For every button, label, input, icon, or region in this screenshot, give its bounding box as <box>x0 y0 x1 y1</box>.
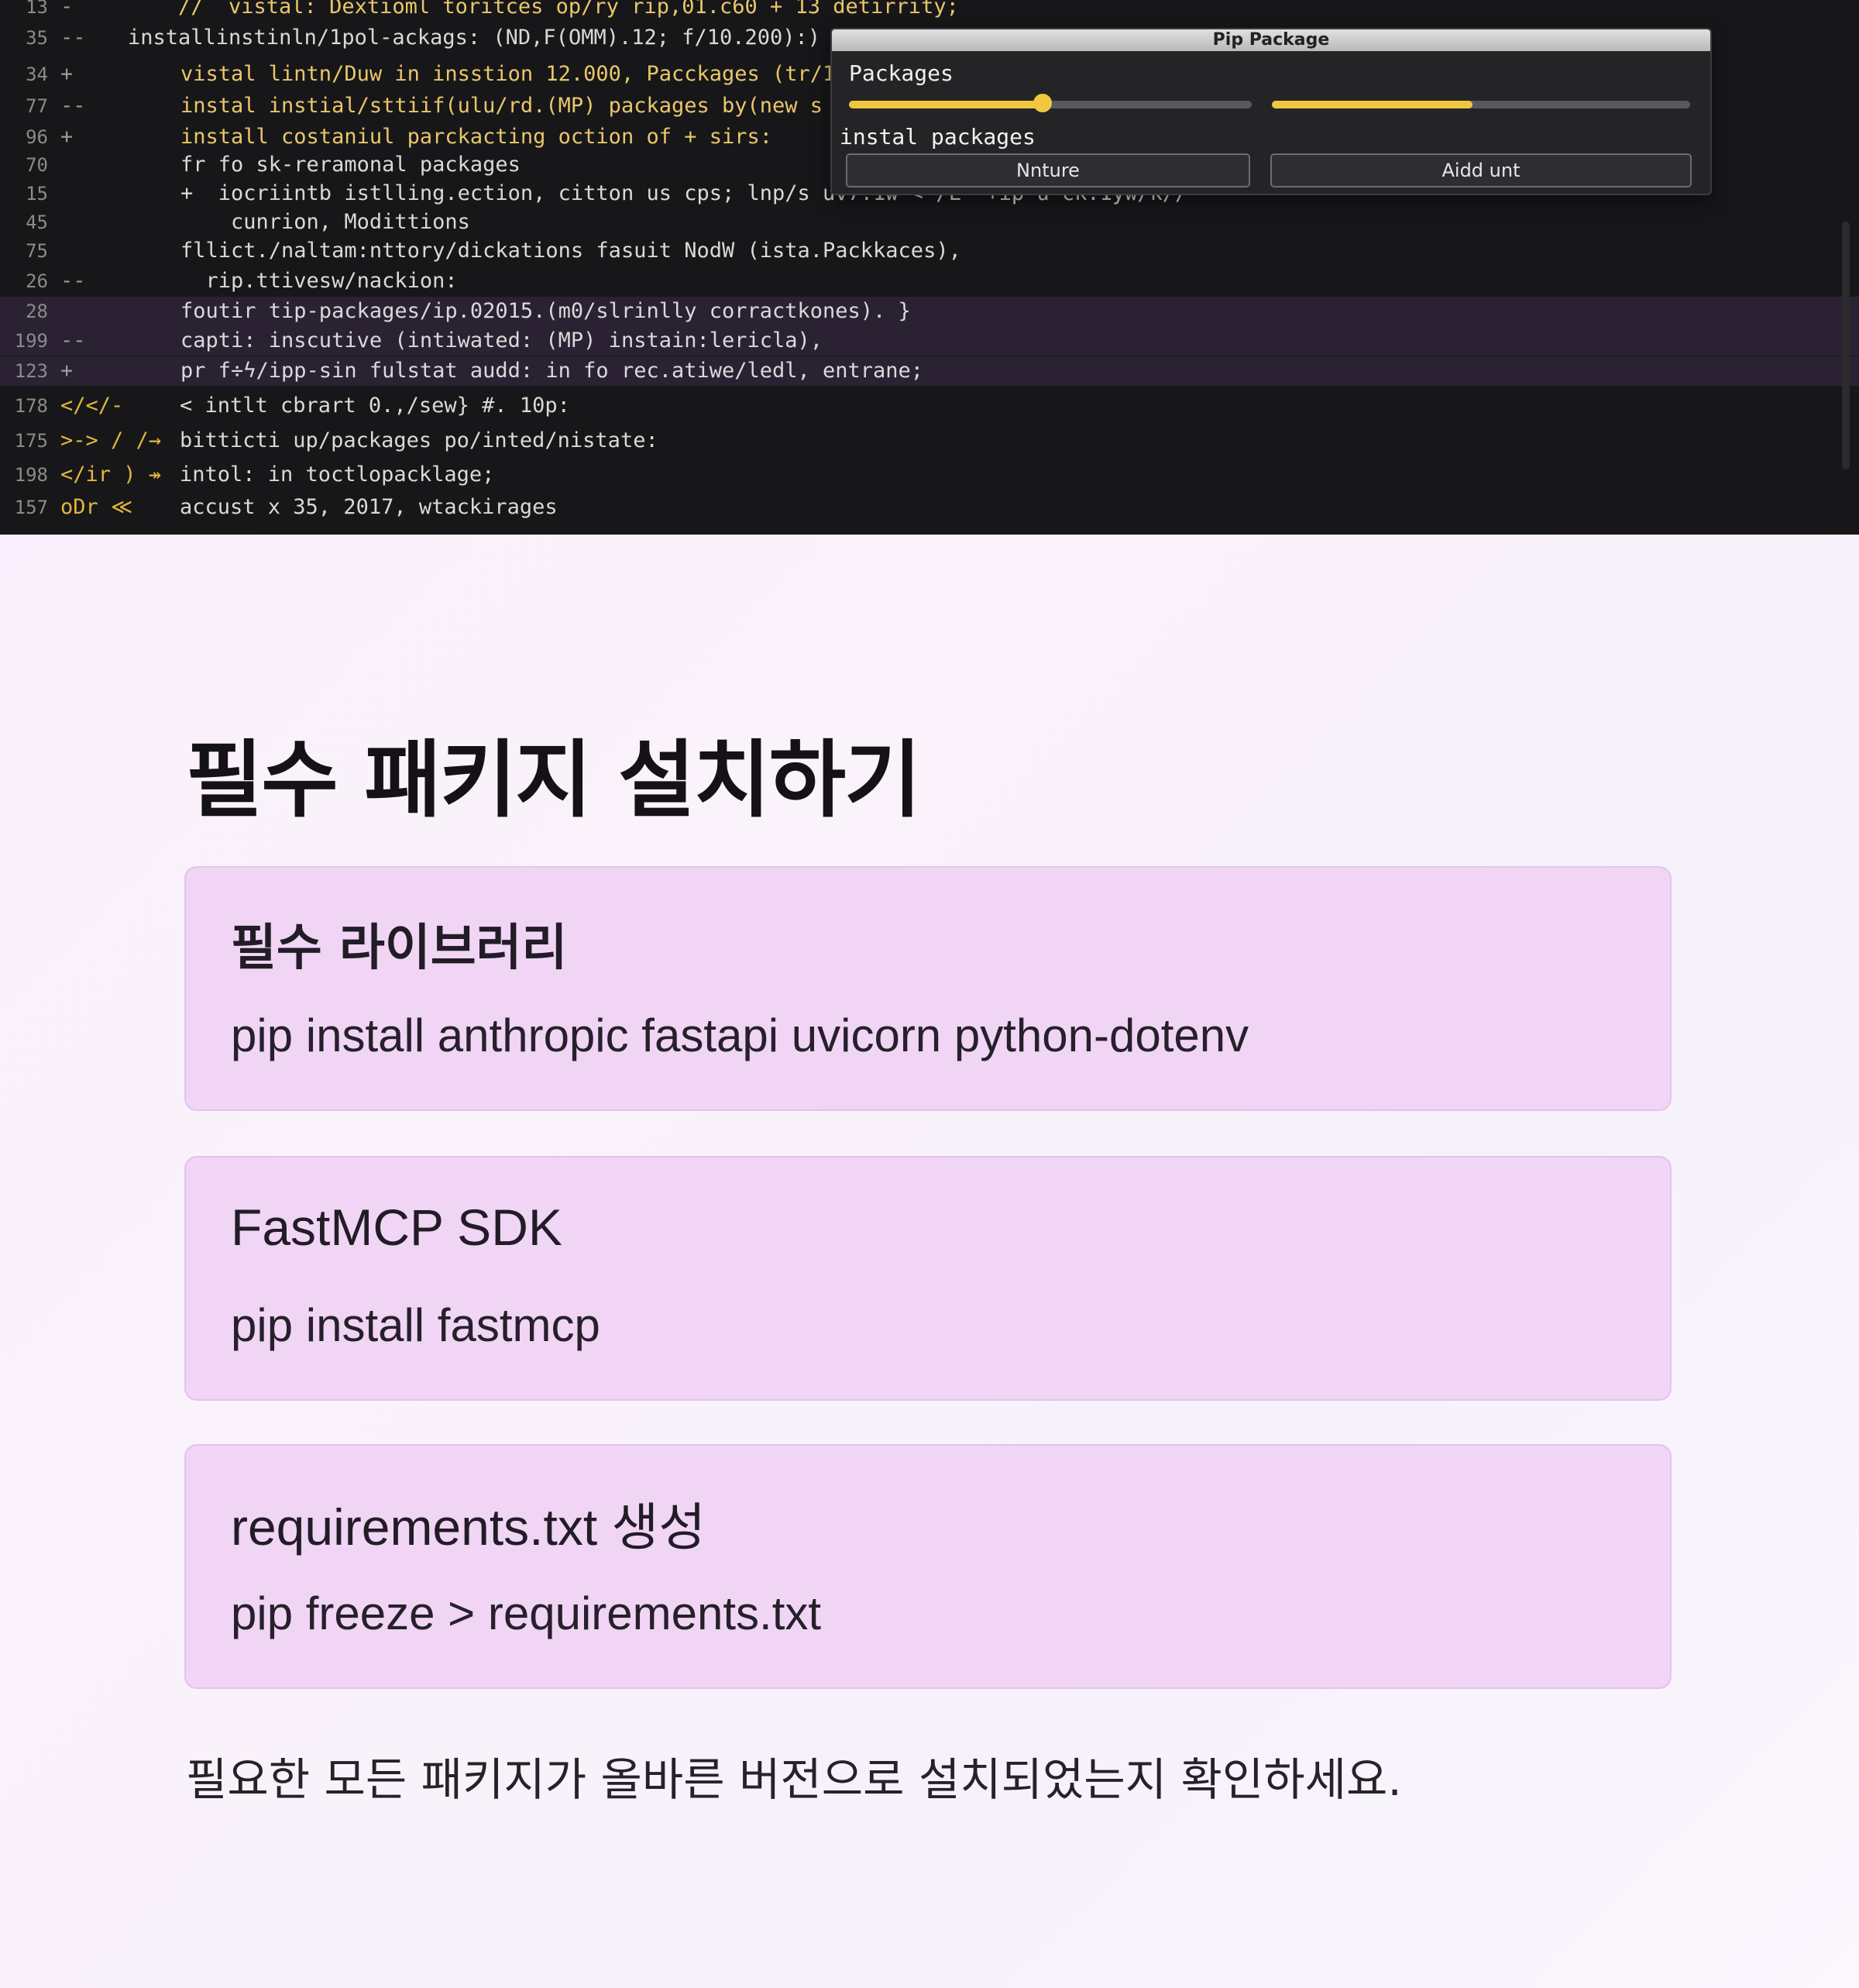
card-command: pip freeze > requirements.txt <box>231 1587 822 1639</box>
code-text: cunrion, Modittions <box>180 210 470 234</box>
code-text: foutir tip-packages/ip.02015.(m0/slrinll… <box>180 299 911 323</box>
code-line[interactable]: 178 </</- < intlt cbrart 0.,/sew} #. 10p: <box>0 391 1859 421</box>
card-title: 필수 라이브러리 <box>231 920 568 977</box>
package-slider-1[interactable] <box>849 94 1252 112</box>
code-line[interactable]: 13- // vistal: Dextioml toritces op/ry ri… <box>0 0 1859 22</box>
packages-label: Packages <box>849 60 954 86</box>
line-number: 15 <box>26 183 48 205</box>
card-requirements-txt: requirements.txt 생성 pip freeze > require… <box>184 1444 1672 1689</box>
editor-scrollbar[interactable] <box>1842 222 1850 469</box>
line-number: 157 <box>14 497 48 518</box>
line-number: 199 <box>14 330 48 352</box>
code-line[interactable]: 157 oDr ≪ accust x 35, 2017, wtackirages <box>0 493 1859 522</box>
code-text: instal instial/sttiif(ulu/rd.(MP) packag… <box>180 94 823 118</box>
gutter-marker: + <box>60 62 74 86</box>
code-line[interactable]: 199 -- capti: inscutive (intiwated: (MP) i… <box>0 326 1859 356</box>
card-fastmcp-sdk: FastMCP SDK pip install fastmcp <box>184 1156 1672 1401</box>
code-line[interactable]: 26 -- rip.ttivesw/nackion: <box>0 267 1859 296</box>
code-text: install costaniul parckacting oction of … <box>180 125 773 149</box>
code-text: capti: inscutive (intiwated: (MP) instai… <box>180 328 823 353</box>
gutter-marker: </ir ) ↠ <box>60 463 162 487</box>
line-number: 28 <box>26 301 48 322</box>
card-essential-libraries: 필수 라이브러리 pip install anthropic fastapi u… <box>184 866 1672 1111</box>
code-text: intol: in toctlopacklage; <box>180 463 495 487</box>
gutter-marker: -- <box>60 269 86 293</box>
gutter-marker: </</- <box>60 394 124 418</box>
dialog-title: Pip Package <box>832 29 1710 51</box>
code-line[interactable]: 45 cunrion, Modittions <box>0 208 1859 237</box>
line-number: 198 <box>14 464 48 486</box>
card-command: pip install anthropic fastapi uvicorn py… <box>231 1009 1249 1061</box>
code-text: rip.ttivesw/nackion: <box>180 269 458 293</box>
code-line[interactable]: 198 </ir ) ↠ intol: in toctlopacklage; <box>0 460 1859 490</box>
code-line[interactable]: 175 >-> / /→ bitticti up/packages po/inted… <box>0 426 1859 456</box>
code-text: pr f÷ϟ/ipp-sin fulstat audd: in fo rec.a… <box>180 359 924 383</box>
page-title: 필수 패키지 설치하기 <box>186 732 921 829</box>
code-editor[interactable]: 13- // vistal: Dextioml toritces op/ry ri… <box>0 0 1859 535</box>
line-number: 123 <box>14 360 48 382</box>
line-number: 96 <box>26 126 48 148</box>
code-text: fr fo sk-reramonal packages <box>180 153 521 177</box>
code-text: accust x 35, 2017, wtackirages <box>180 495 558 519</box>
code-text: vistal lintn/Duw in insstion 12.000, Pac… <box>180 62 836 86</box>
package-slider-2[interactable] <box>1272 101 1690 108</box>
code-line[interactable]: 123 + pr f÷ϟ/ipp-sin fulstat audd: in fo r… <box>0 356 1859 386</box>
line-number: 75 <box>26 240 48 262</box>
code-text: installinstinln/1pol-ackags: (ND,F(OMM).… <box>128 26 821 50</box>
card-title: FastMCP SDK <box>231 1199 562 1256</box>
code-line[interactable]: 75 fllict./naltam:nttory/dickations fasui… <box>0 236 1859 266</box>
line-number: 26 <box>26 270 48 292</box>
line-number: 45 <box>26 212 48 233</box>
gutter-marker: - <box>60 0 74 19</box>
line-number: 34 <box>26 64 48 85</box>
line-number: 175 <box>14 430 48 452</box>
gutter-marker: -- <box>60 328 86 353</box>
gutter-marker: -- <box>60 26 86 50</box>
line-number: 13 <box>26 0 48 18</box>
code-text: // vistal: Dextioml toritces op/ry rip,0… <box>178 0 959 19</box>
gutter-marker: oDr ≪ <box>60 495 133 519</box>
gutter-marker: -- <box>60 94 86 118</box>
install-packages-label: instal packages <box>840 124 1036 150</box>
code-text: fllict./naltam:nttory/dickations fasuit … <box>180 239 961 263</box>
gutter-marker: >-> / /→ <box>60 428 162 452</box>
code-line[interactable]: 28 foutir tip-packages/ip.02015.(m0/slrin… <box>0 297 1859 326</box>
code-text: bitticti up/packages po/inted/nistate: <box>180 428 658 452</box>
footnote: 필요한 모든 패키지가 올바른 버전으로 설치되었는지 확인하세요. <box>186 1753 1402 1806</box>
line-number: 70 <box>26 154 48 176</box>
package-slider-2-fill <box>1272 101 1473 108</box>
card-title: requirements.txt 생성 <box>231 1498 706 1556</box>
add-unit-button[interactable]: Aidd unt <box>1270 153 1692 187</box>
nnture-button[interactable]: Nnture <box>846 153 1250 187</box>
code-text: < intlt cbrart 0.,/sew} #. 10p: <box>180 394 570 418</box>
line-number: 77 <box>26 95 48 117</box>
gutter-marker: + <box>60 125 74 149</box>
package-slider-1-knob[interactable] <box>1033 94 1052 112</box>
card-command: pip install fastmcp <box>231 1299 600 1351</box>
line-number: 178 <box>14 395 48 417</box>
gutter-marker: + <box>60 359 74 383</box>
package-slider-1-fill <box>849 101 1043 108</box>
pip-package-dialog: Pip Package Packages instal packages Nnt… <box>830 28 1712 195</box>
line-number: 35 <box>26 27 48 49</box>
